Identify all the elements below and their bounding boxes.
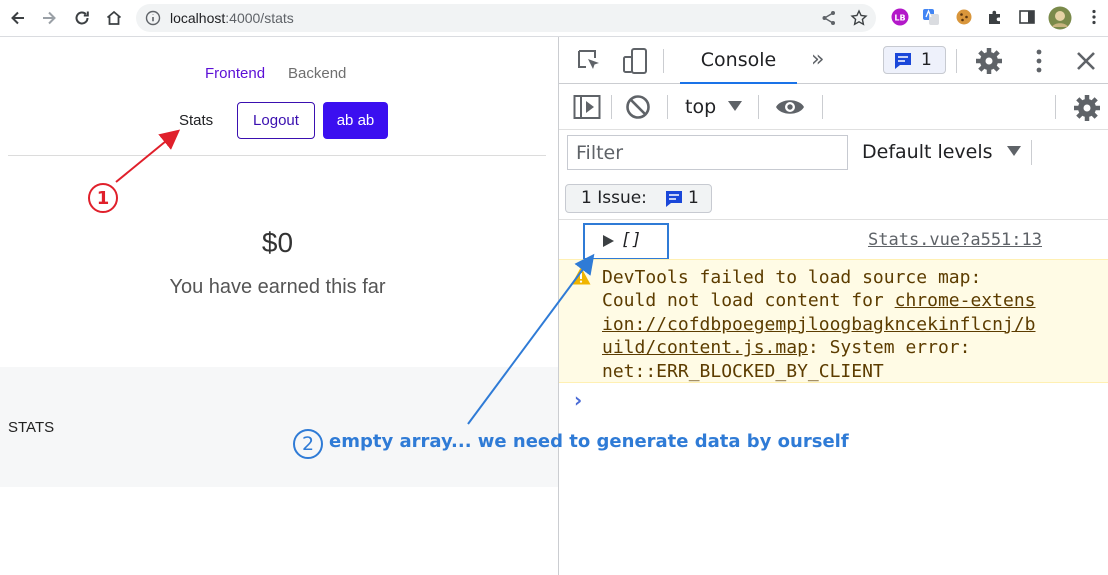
nav-link-backend[interactable]: Backend — [288, 65, 346, 82]
browser-toolbar: localhost:4000/stats LB — [0, 0, 1108, 37]
console-prompt[interactable]: › — [574, 388, 582, 412]
nav-link-frontend[interactable]: Frontend — [205, 65, 265, 82]
star-icon[interactable] — [850, 9, 868, 27]
context-selector[interactable]: top — [685, 96, 743, 118]
source-map-link[interactable]: chrome-extens — [895, 290, 1036, 311]
toolbar-separator — [667, 95, 668, 119]
earnings-caption: You have earned this far — [169, 276, 386, 298]
log-levels-dropdown[interactable]: Default levels — [862, 141, 1021, 163]
annotation-number-2: 2 — [293, 429, 323, 459]
messages-badge[interactable]: 1 — [883, 46, 946, 74]
console-settings-gear-icon[interactable] — [1073, 94, 1101, 122]
browser-menu-icon[interactable] — [1085, 8, 1103, 26]
clear-console-icon[interactable] — [625, 94, 651, 120]
dropdown-triangle-icon — [728, 101, 743, 111]
more-tabs-button[interactable]: » — [811, 47, 824, 72]
home-button[interactable] — [102, 6, 126, 30]
source-map-warning: DevTools failed to load source map: Coul… — [559, 259, 1108, 383]
kebab-menu-icon[interactable] — [1027, 47, 1051, 75]
web-page: Frontend Backend Stats Logout ab ab $0 Y… — [0, 37, 558, 575]
header-divider — [8, 155, 546, 156]
forward-button[interactable] — [37, 6, 61, 30]
back-button[interactable] — [6, 6, 30, 30]
toolbar-separator — [1031, 140, 1032, 165]
dropdown-triangle-icon — [1006, 146, 1021, 156]
device-toolbar-icon[interactable] — [621, 47, 649, 75]
stats-link[interactable]: Stats — [179, 112, 213, 129]
annotation-note: empty array... we need to generate data … — [329, 431, 849, 452]
issues-bar: 1 Issue: 1 — [559, 174, 1108, 220]
toolbar-separator — [758, 95, 759, 119]
tab-console[interactable]: Console — [680, 37, 797, 84]
sidebar-toggle-icon[interactable] — [573, 94, 601, 120]
puzzle-extensions-icon[interactable] — [986, 8, 1004, 26]
arrow-right-icon — [43, 11, 56, 25]
reload-icon — [75, 11, 89, 25]
url-text[interactable]: localhost:4000/stats — [170, 9, 294, 27]
toolbar-separator — [822, 95, 823, 119]
home-icon — [106, 10, 122, 25]
warning-line: net::ERR_BLOCKED_BY_CLIENT — [602, 360, 884, 382]
warning-line: Could not load content for — [602, 290, 895, 312]
context-value: top — [685, 96, 717, 118]
messages-count: 1 — [921, 50, 932, 70]
warning-icon — [571, 267, 591, 285]
stats-section: STATS — [0, 367, 558, 487]
tab-separator — [663, 49, 664, 73]
close-devtools-icon[interactable] — [1074, 49, 1098, 73]
issues-count: 1 — [688, 188, 699, 208]
devtools-tabbar: Console » 1 — [559, 37, 1108, 84]
user-button[interactable]: ab ab — [323, 102, 388, 139]
profile-avatar[interactable] — [1048, 6, 1072, 30]
source-map-link[interactable]: ion://cofdbpoegempjloogbagkncekinflcnj/b — [602, 314, 1035, 335]
annotation-number-1: 1 — [88, 183, 118, 213]
log-value[interactable]: [] — [621, 230, 641, 250]
console-log-row: [] Stats.vue?a551:13 — [559, 221, 1108, 260]
svg-text:LB: LB — [894, 14, 905, 23]
issues-label: 1 Issue: — [581, 188, 647, 208]
tab-separator — [956, 49, 957, 73]
stats-heading: STATS — [8, 419, 55, 436]
arrow-left-icon — [11, 11, 24, 25]
log-levels-label: Default levels — [862, 141, 993, 163]
log-source-link[interactable]: Stats.vue?a551:13 — [868, 230, 1042, 250]
warning-message: DevTools failed to load source map: Coul… — [602, 266, 1072, 383]
address-bar[interactable]: localhost:4000/stats — [136, 4, 876, 32]
expand-triangle-icon[interactable] — [603, 235, 614, 247]
inspect-element-icon[interactable] — [576, 48, 602, 74]
cookie-extension-icon[interactable] — [955, 8, 973, 26]
logout-button[interactable]: Logout — [237, 102, 315, 139]
sidepanel-icon[interactable] — [1018, 8, 1036, 26]
reload-button[interactable] — [70, 6, 94, 30]
toolbar-separator — [611, 95, 612, 119]
source-map-link[interactable]: uild/content.js.map — [602, 337, 808, 358]
toolbar-separator — [1055, 95, 1056, 119]
share-icon[interactable] — [820, 9, 838, 27]
info-icon[interactable] — [145, 10, 161, 26]
message-icon — [666, 191, 682, 207]
settings-gear-icon[interactable] — [975, 47, 1003, 75]
earnings-amount: $0 — [261, 227, 294, 258]
message-icon — [895, 53, 911, 69]
extension-lb-icon[interactable]: LB — [891, 8, 909, 26]
warning-line: DevTools failed to load source map: — [602, 267, 982, 288]
issues-button[interactable]: 1 Issue: 1 — [565, 184, 712, 213]
filter-input[interactable] — [567, 135, 848, 170]
live-expression-eye-icon[interactable] — [774, 96, 806, 118]
console-toolbar: top — [559, 85, 1108, 130]
devtools-panel: Console » 1 top Filter Default levels 1 … — [558, 37, 1108, 575]
warning-line: : System error: — [807, 337, 971, 359]
translate-extension-icon[interactable] — [922, 8, 940, 26]
